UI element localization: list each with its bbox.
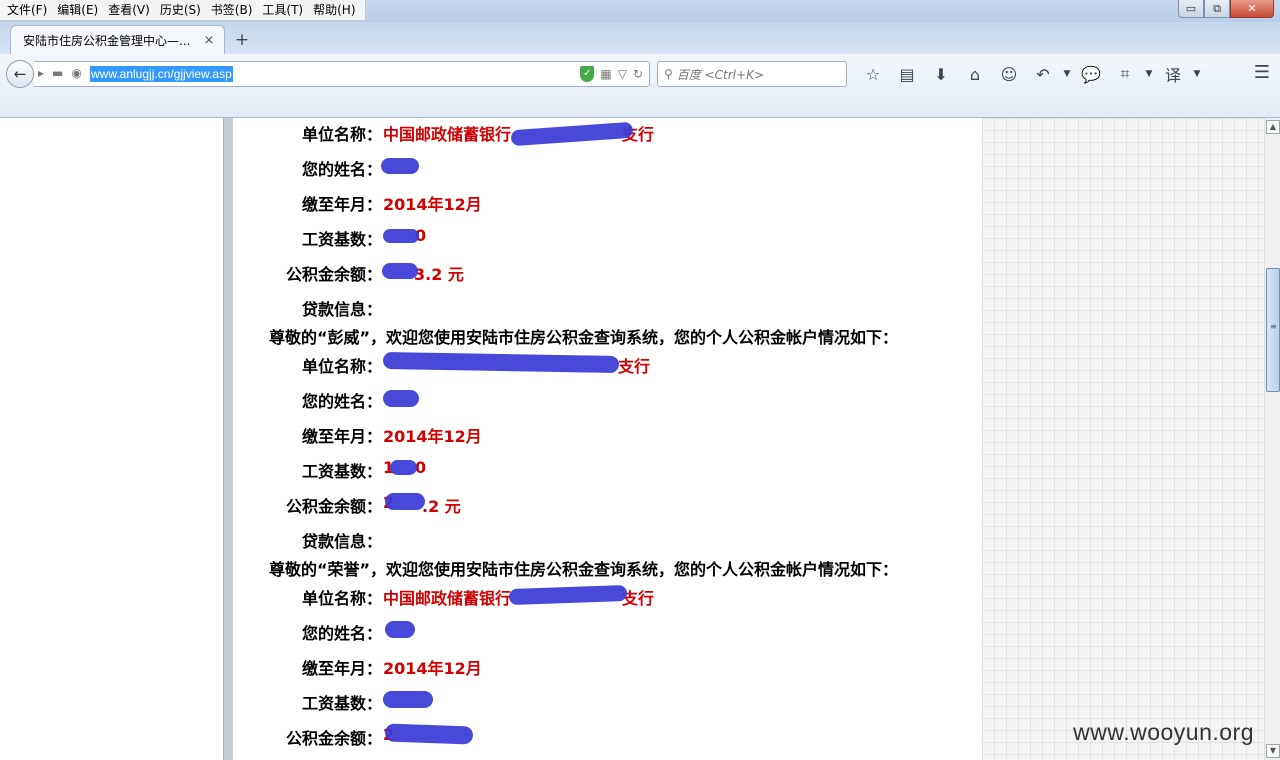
- dropdown-icon[interactable]: ▽: [618, 67, 627, 81]
- scroll-up-arrow-icon[interactable]: ▲: [1266, 120, 1280, 134]
- reload-icon[interactable]: ↻: [633, 67, 643, 81]
- balance-label: 公积金余额：: [285, 729, 382, 748]
- comment-icon[interactable]: 💬: [1074, 65, 1108, 84]
- paid-until-value: 2014年12月: [383, 427, 482, 446]
- balance-value: 3.2 元: [414, 265, 464, 284]
- hamburger-menu-icon[interactable]: ☰: [1254, 62, 1270, 83]
- back-arrow-icon: ←: [13, 65, 27, 83]
- salary-base-label: 工资基数：: [301, 694, 382, 713]
- toolbar: ☆ ▤ ⬇ ⌂ ☺ ↶ ▼ 💬 ⌗ ▼ 译 ▼: [856, 62, 1204, 86]
- query-results: 单位名称： 中国邮政储蓄银行 支行 您的姓名： 缴至年月： 2014年12月 工资…: [233, 118, 982, 760]
- name-label: 您的姓名：: [301, 624, 382, 643]
- search-input[interactable]: ⚲ 百度 <Ctrl+K>: [657, 61, 847, 87]
- chat-icon[interactable]: ☺: [992, 65, 1026, 84]
- crop-dropdown-icon[interactable]: ▼: [1142, 69, 1156, 79]
- menu-file[interactable]: 文件(F): [2, 0, 52, 20]
- page-left-border: [223, 118, 233, 760]
- paid-until-value: 2014年12月: [383, 195, 482, 214]
- redaction-mark: [383, 229, 419, 243]
- undo-icon[interactable]: ↶: [1026, 65, 1060, 84]
- search-icon: ⚲: [664, 67, 673, 81]
- reading-list-icon[interactable]: ▤: [890, 65, 924, 84]
- restore-button[interactable]: ⧉: [1204, 0, 1230, 18]
- redaction-mark: [381, 158, 419, 174]
- home-icon[interactable]: ⌂: [958, 65, 992, 84]
- record3-greeting: 尊敬的“荣誉”，欢迎您使用安陆市住房公积金查询系统，您的个人公积金帐户情况如下：: [269, 560, 899, 579]
- redaction-mark: [382, 263, 418, 279]
- menu-help[interactable]: 帮助(H): [308, 0, 360, 20]
- forward-arrow-icon[interactable]: ▸: [38, 66, 44, 80]
- tab-close-icon[interactable]: ×: [202, 33, 216, 48]
- name-label: 您的姓名：: [301, 160, 382, 179]
- page-viewport: 单位名称： 中国邮政储蓄银行 支行 您的姓名： 缴至年月： 2014年12月 工资…: [0, 118, 1264, 760]
- window-controls: ▭ ⧉ ✕: [1178, 0, 1274, 18]
- unit-value: 支行: [618, 357, 651, 376]
- page-background-pattern: [982, 118, 1264, 760]
- shield-icon[interactable]: ✓: [580, 66, 595, 82]
- grip-icon: ≡: [1270, 322, 1277, 331]
- search-placeholder: 百度 <Ctrl+K>: [676, 67, 764, 82]
- crop-icon[interactable]: ⌗: [1108, 64, 1142, 84]
- paid-until-value: 2014年12月: [383, 659, 482, 678]
- redaction-mark: [385, 621, 415, 638]
- download-icon[interactable]: ⬇: [924, 65, 958, 84]
- navigation-bar: ← ▸ ▬ ◉ www.anlugjj.cn/gjjview.asp ✓ ▦ ▽…: [0, 54, 1280, 118]
- record2-greeting: 尊敬的“彭威”，欢迎您使用安陆市住房公积金查询系统，您的个人公积金帐户情况如下：: [269, 328, 899, 347]
- url-text[interactable]: www.anlugjj.cn/gjjview.asp: [90, 66, 233, 82]
- balance-label: 公积金余额：: [285, 265, 382, 284]
- vertical-scrollbar[interactable]: ▲ ≡ ▼: [1264, 118, 1280, 760]
- unit-label: 单位名称：: [301, 125, 382, 144]
- paid-until-label: 缴至年月：: [301, 659, 382, 678]
- close-window-button[interactable]: ✕: [1230, 0, 1274, 18]
- menu-bar: 文件(F) 编辑(E) 查看(V) 历史(S) 书签(B) 工具(T) 帮助(H…: [0, 0, 366, 21]
- watermark: www.wooyun.org: [1073, 719, 1254, 745]
- address-bar[interactable]: ▸ ▬ ◉ www.anlugjj.cn/gjjview.asp ✓ ▦ ▽ ↻: [34, 61, 650, 87]
- redaction-mark: [385, 493, 425, 510]
- menu-history[interactable]: 历史(S): [155, 0, 206, 20]
- menu-tools[interactable]: 工具(T): [257, 0, 308, 20]
- balance-label: 公积金余额：: [285, 497, 382, 516]
- translate-dropdown-icon[interactable]: ▼: [1190, 69, 1204, 79]
- menu-bookmarks[interactable]: 书签(B): [206, 0, 258, 20]
- salary-base-label: 工资基数：: [301, 230, 382, 249]
- scroll-thumb[interactable]: ≡: [1266, 268, 1280, 392]
- back-button[interactable]: ←: [6, 60, 34, 88]
- redaction-mark: [383, 390, 419, 407]
- minimize-button[interactable]: ▭: [1178, 0, 1204, 18]
- menu-view[interactable]: 查看(V): [103, 0, 155, 20]
- redaction-mark: [384, 723, 474, 745]
- redaction-mark: [390, 460, 417, 475]
- scroll-down-arrow-icon[interactable]: ▼: [1266, 744, 1280, 758]
- qr-code-icon[interactable]: ▦: [600, 67, 611, 81]
- name-label: 您的姓名：: [301, 392, 382, 411]
- undo-dropdown-icon[interactable]: ▼: [1060, 69, 1074, 79]
- menu-edit[interactable]: 编辑(E): [52, 0, 103, 20]
- paid-until-label: 缴至年月：: [301, 195, 382, 214]
- redaction-mark: [382, 351, 620, 374]
- loan-label: 贷款信息：: [301, 532, 382, 551]
- loan-label: 贷款信息：: [301, 300, 382, 319]
- translate-icon[interactable]: 译: [1156, 62, 1190, 86]
- redaction-mark: [383, 691, 433, 708]
- globe-icon: ◉: [71, 66, 82, 80]
- folder-icon[interactable]: ▬: [52, 66, 63, 80]
- tab-active[interactable]: 安陆市住房公积金管理中心—... ×: [10, 25, 225, 55]
- unit-label: 单位名称：: [301, 589, 382, 608]
- bookmark-star-icon[interactable]: ☆: [856, 65, 890, 84]
- tab-bar: 安陆市住房公积金管理中心—... × +: [0, 22, 1280, 55]
- tab-title: 安陆市住房公积金管理中心—...: [23, 34, 191, 48]
- unit-label: 单位名称：: [301, 357, 382, 376]
- title-bar: 文件(F) 编辑(E) 查看(V) 历史(S) 书签(B) 工具(T) 帮助(H…: [0, 0, 1280, 22]
- salary-base-label: 工资基数：: [301, 462, 382, 481]
- paid-until-label: 缴至年月：: [301, 427, 382, 446]
- new-tab-button[interactable]: +: [233, 30, 251, 50]
- balance-suffix: .2 元: [422, 497, 461, 516]
